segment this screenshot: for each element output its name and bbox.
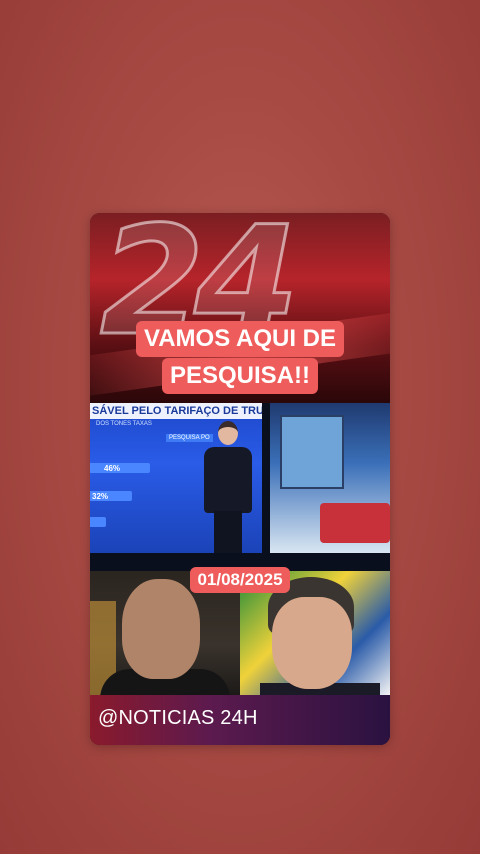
date-badge: 01/08/2025 bbox=[90, 567, 390, 593]
photo-left-face bbox=[122, 579, 200, 679]
photo-right-face bbox=[272, 597, 352, 689]
poll-subtitle: DOS TONES TAXAS bbox=[96, 421, 152, 427]
poll-title: SÁVEL PELO TARIFAÇO DE TRUMP bbox=[90, 403, 262, 419]
poll-bar-label: 46% bbox=[104, 464, 121, 473]
footer-bar: @NOTICIAS 24H bbox=[90, 695, 390, 745]
presenter bbox=[198, 421, 258, 563]
studio-desk bbox=[320, 503, 390, 543]
poll-bar-label: 32% bbox=[92, 492, 109, 501]
headline-line-2: PESQUISA!! bbox=[161, 358, 318, 394]
video-card[interactable]: 24 VAMOS AQUI DE PESQUISA!! SÁVEL PELO T… bbox=[90, 213, 390, 745]
tv-studio-frame: SÁVEL PELO TARIFAÇO DE TRUMP DOS TONES T… bbox=[90, 403, 390, 571]
presenter-head bbox=[218, 421, 238, 445]
presenter-body bbox=[204, 447, 252, 513]
poll-bar bbox=[90, 517, 106, 527]
headline-line-1: VAMOS AQUI DE bbox=[135, 321, 344, 357]
headline: VAMOS AQUI DE PESQUISA!! bbox=[90, 321, 390, 394]
studio-window bbox=[280, 415, 344, 489]
footer-handle: @NOTICIAS 24H bbox=[98, 707, 258, 729]
studio-set bbox=[270, 403, 390, 553]
date-label: 01/08/2025 bbox=[190, 567, 290, 593]
